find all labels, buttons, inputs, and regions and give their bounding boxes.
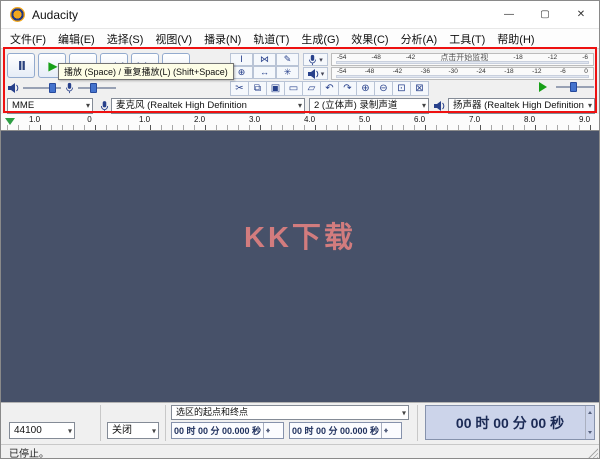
ruler-label: 4.0 <box>282 115 337 124</box>
selection-start-field[interactable]: 00 时 00 分 00.000 秒 <box>171 422 284 439</box>
title-bar: Audacity — ▢ ✕ <box>1 1 599 29</box>
audio-position-field[interactable]: 00 时 00 分 00 秒 <box>425 405 595 440</box>
zoom-fit-button[interactable]: ⊠ <box>410 81 429 96</box>
input-volume-slider[interactable] <box>78 82 116 94</box>
recording-meter[interactable]: -54-48-42 点击开始监视 -18-12-6 <box>331 53 594 66</box>
ruler-ticks <box>7 125 599 130</box>
ruler-label: 2.0 <box>172 115 227 124</box>
microphone-icon <box>65 82 74 94</box>
track-panel[interactable]: KK下载 <box>1 131 599 402</box>
menu-item[interactable]: 视图(V) <box>149 31 198 47</box>
ruler-label: 0 <box>62 115 117 124</box>
selection-end-value: 00 时 00 分 00.000 秒 <box>290 424 381 437</box>
ruler-label: 7.0 <box>447 115 502 124</box>
spinner[interactable] <box>381 423 390 438</box>
window-title: Audacity <box>32 8 78 22</box>
ruler-label: 8.0 <box>502 115 557 124</box>
spinner[interactable] <box>585 406 594 439</box>
menu-item[interactable]: 效果(C) <box>345 31 394 47</box>
microphone-icon <box>308 54 317 66</box>
timeshift-tool-button[interactable]: ↔ <box>253 66 276 79</box>
silence-audio-button[interactable]: ▱ <box>302 81 321 96</box>
menu-item[interactable]: 编辑(E) <box>52 31 101 47</box>
maximize-button[interactable]: ▢ <box>527 1 563 28</box>
pause-button[interactable]: Ⅱ <box>7 53 35 78</box>
zoom-in-button[interactable]: ⊕ <box>356 81 375 96</box>
timeline-ruler[interactable]: 1.001.02.03.04.05.06.07.08.09.0 <box>1 114 599 131</box>
recording-device-select[interactable]: 麦克风 (Realtek High Definition <box>111 98 305 114</box>
recording-channels-select[interactable]: 2 (立体声) 录制声道 <box>309 98 429 114</box>
window-controls: — ▢ ✕ <box>491 1 599 28</box>
trim-audio-button[interactable]: ▭ <box>284 81 303 96</box>
menu-item[interactable]: 轨道(T) <box>247 31 295 47</box>
menu-item[interactable]: 生成(G) <box>295 31 345 47</box>
play-speed-thumb[interactable] <box>570 82 577 92</box>
playback-meter[interactable]: -54-48-42-36-30-24-18-12-60 <box>331 67 594 80</box>
copy-button[interactable]: ⧉ <box>248 81 267 96</box>
playback-meter-track <box>336 75 589 78</box>
microphone-icon <box>97 99 111 113</box>
minimize-button[interactable]: — <box>491 1 527 28</box>
selection-mode-select[interactable]: 选区的起点和终点 <box>171 405 409 420</box>
menu-bar: 文件(F)编辑(E)选择(S)视图(V)播录(N)轨道(T)生成(G)效果(C)… <box>1 29 599 49</box>
recording-meter-dropdown[interactable] <box>303 53 328 66</box>
play-at-speed-button[interactable] <box>539 82 552 92</box>
audacity-window: Audacity — ▢ ✕ 文件(F)编辑(E)选择(S)视图(V)播录(N)… <box>0 0 600 459</box>
zoom-selection-button[interactable]: ⊡ <box>392 81 411 96</box>
menu-item[interactable]: 帮助(H) <box>491 31 540 47</box>
playback-meter-dropdown[interactable] <box>303 67 328 80</box>
status-bar: 已停止。 <box>1 444 599 459</box>
ruler-label: 6.0 <box>392 115 447 124</box>
zoom-out-button[interactable]: ⊖ <box>374 81 393 96</box>
output-volume-group <box>7 81 61 94</box>
recording-meter-track <box>336 61 589 64</box>
output-volume-thumb[interactable] <box>49 83 56 93</box>
selection-start-value: 00 时 00 分 00.000 秒 <box>172 424 263 437</box>
audacity-logo-icon <box>10 7 25 22</box>
separator <box>165 405 166 441</box>
resize-grip[interactable] <box>587 448 598 459</box>
speaker-icon <box>7 82 19 94</box>
ruler-label: 3.0 <box>227 115 282 124</box>
draw-tool-button[interactable]: ✎ <box>276 53 299 66</box>
menu-item[interactable]: 工具(T) <box>443 31 491 47</box>
menu-item[interactable]: 选择(S) <box>101 31 150 47</box>
input-volume-group <box>65 81 116 94</box>
multi-tool-button[interactable]: ✳ <box>276 66 299 79</box>
audio-position-value: 00 时 00 分 00 秒 <box>456 413 564 433</box>
ruler-label: 5.0 <box>337 115 392 124</box>
status-text: 已停止。 <box>1 445 49 459</box>
close-button[interactable]: ✕ <box>563 1 599 28</box>
ruler-label: 1.0 <box>117 115 172 124</box>
play-button-tooltip: 播放 (Space) / 重复播放(L) (Shift+Space) <box>58 63 234 80</box>
ruler-label: 1.0 <box>7 115 62 124</box>
paste-button[interactable]: ▣ <box>266 81 285 96</box>
envelope-tool-button[interactable]: ⋈ <box>253 53 276 66</box>
speaker-icon <box>432 99 446 113</box>
input-volume-thumb[interactable] <box>90 83 97 93</box>
separator <box>100 405 101 441</box>
menu-item[interactable]: 文件(F) <box>4 31 52 47</box>
project-rate-select[interactable]: 44100 <box>9 422 75 439</box>
undo-button[interactable]: ↶ <box>320 81 339 96</box>
menu-item[interactable]: 播录(N) <box>198 31 247 47</box>
separator <box>417 405 418 441</box>
cut-button[interactable]: ✂ <box>230 81 249 96</box>
ruler-labels: 1.001.02.03.04.05.06.07.08.09.0 <box>7 115 600 124</box>
ruler-label: 9.0 <box>557 115 600 124</box>
audio-host-select[interactable]: MME <box>7 98 93 114</box>
playback-device-select[interactable]: 扬声器 (Realtek High Definition <box>448 98 595 114</box>
speaker-icon <box>307 68 319 80</box>
watermark-text: KK下载 <box>1 214 599 256</box>
output-volume-slider[interactable] <box>23 82 61 94</box>
snap-to-select[interactable]: 关闭 <box>107 422 159 439</box>
selection-end-field[interactable]: 00 时 00 分 00.000 秒 <box>289 422 402 439</box>
play-speed-slider[interactable] <box>556 81 594 93</box>
menu-item[interactable]: 分析(A) <box>395 31 444 47</box>
redo-button[interactable]: ↷ <box>338 81 357 96</box>
edit-toolbar: ✂⧉▣▭▱↶↷⊕⊖⊡⊠ <box>230 81 428 96</box>
tools-toolbar: I⋈✎⊕↔✳ <box>230 53 299 79</box>
spinner[interactable] <box>263 423 272 438</box>
play-at-speed-toolbar <box>539 81 594 93</box>
